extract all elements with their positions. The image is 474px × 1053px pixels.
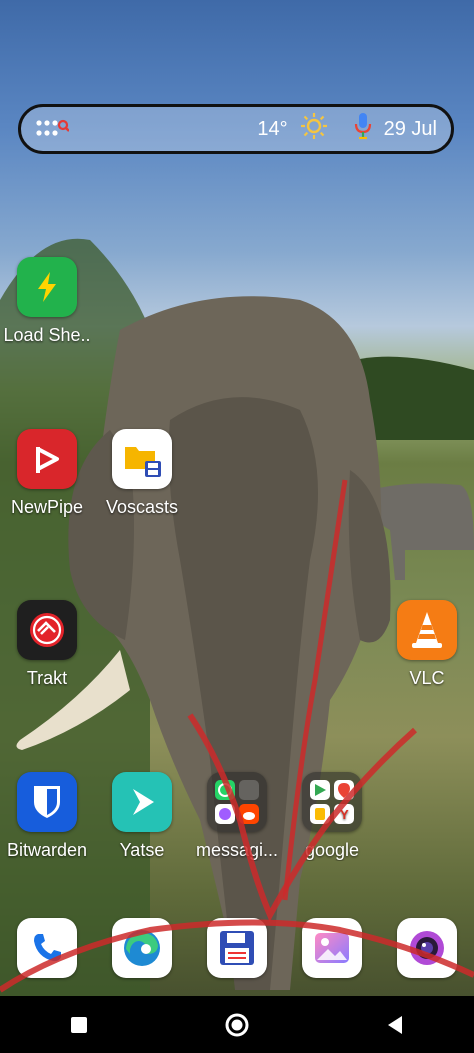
app-label: Voscasts — [105, 497, 179, 517]
app-newpipe[interactable]: NewPipe — [0, 429, 97, 518]
temperature: 14° — [257, 117, 288, 140]
app-label: google — [304, 840, 360, 860]
wallpaper-elephant — [0, 238, 474, 1053]
app-trakt[interactable]: Trakt — [0, 600, 97, 689]
trakt-icon — [17, 600, 77, 660]
app-drawer-search-icon[interactable] — [35, 118, 70, 140]
app-label: Load She.. — [3, 325, 91, 345]
folder-messaging[interactable]: messagi... — [187, 772, 287, 861]
file-save-icon[interactable] — [207, 918, 267, 978]
newpipe-icon — [17, 429, 77, 489]
app-voscasts[interactable]: Voscasts — [92, 429, 192, 518]
home-button[interactable] — [207, 996, 267, 1053]
folder-icon — [207, 772, 267, 832]
app-vlc[interactable]: VLC — [377, 600, 474, 689]
lightning-bolt-icon — [17, 257, 77, 317]
vlc-cone-icon — [397, 600, 457, 660]
svg-text:Y: Y — [340, 807, 349, 822]
app-label: Trakt — [26, 668, 68, 688]
camera-icon[interactable] — [397, 918, 457, 978]
app-yatse[interactable]: Yatse — [92, 772, 192, 861]
app-load-shedding[interactable]: Load She.. — [0, 257, 97, 346]
edge-browser-icon[interactable] — [112, 918, 172, 978]
date[interactable]: 29 Jul — [384, 118, 437, 141]
search-widget[interactable]: 14° 29 Jul — [18, 104, 454, 154]
app-label: messagi... — [195, 840, 279, 860]
app-bitwarden[interactable]: Bitwarden — [0, 772, 97, 861]
app-label: Yatse — [119, 840, 165, 860]
folder-icon — [112, 429, 172, 489]
app-label: NewPipe — [10, 497, 84, 517]
back-button[interactable] — [365, 996, 425, 1053]
folder-google[interactable]: Y google — [282, 772, 382, 861]
recents-button[interactable] — [49, 996, 109, 1053]
navigation-bar — [0, 996, 474, 1053]
sun-icon — [300, 112, 328, 146]
folder-icon: Y — [302, 772, 362, 832]
app-label: Bitwarden — [6, 840, 88, 860]
app-label: VLC — [409, 668, 445, 688]
play-arrow-icon — [112, 772, 172, 832]
phone-icon[interactable] — [17, 918, 77, 978]
shield-icon — [17, 772, 77, 832]
microphone-icon[interactable] — [354, 112, 372, 146]
gallery-icon[interactable] — [302, 918, 362, 978]
